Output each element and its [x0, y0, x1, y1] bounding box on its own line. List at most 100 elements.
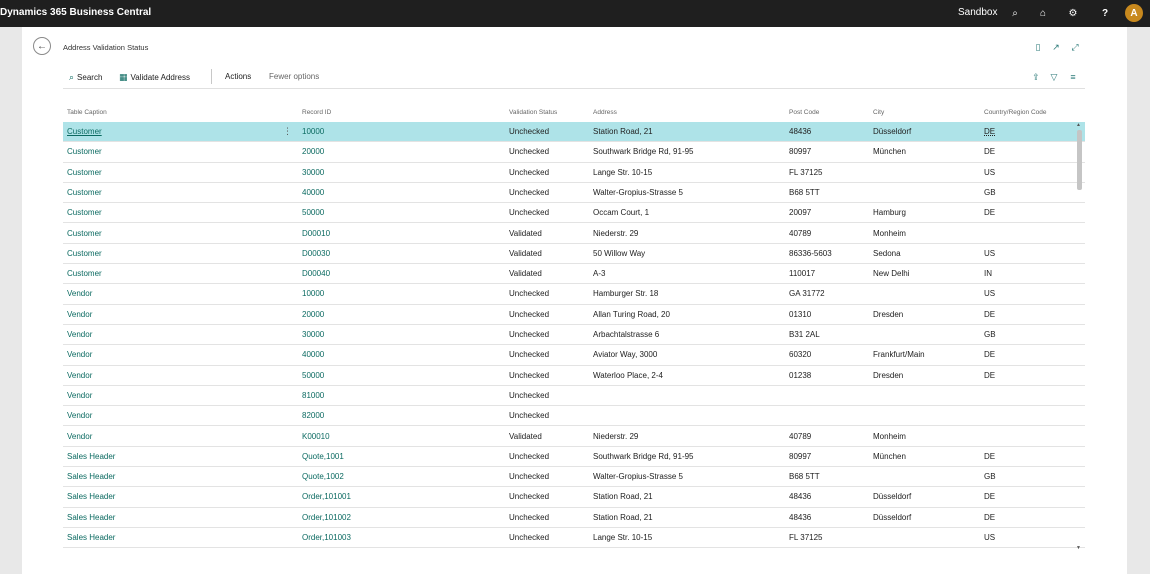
- column-header-table-caption[interactable]: Table Caption: [67, 109, 107, 116]
- help-icon[interactable]: ?: [1098, 6, 1112, 20]
- column-header-city[interactable]: City: [873, 109, 884, 116]
- table-row[interactable]: Sales Header Order,101003 Unchecked Lange S…: [63, 528, 1085, 549]
- open-new-window-icon[interactable]: ↗: [1050, 41, 1062, 53]
- table-row[interactable]: Customer 40000 Unchecked Walter-Gropius-Str…: [63, 183, 1085, 204]
- cell-validation-status: Unchecked: [509, 330, 550, 339]
- cell-table-caption[interactable]: Vendor: [67, 411, 92, 420]
- cell-table-caption[interactable]: Vendor: [67, 391, 92, 400]
- cell-record-id[interactable]: 20000: [302, 147, 324, 156]
- cell-table-caption[interactable]: Vendor: [67, 310, 92, 319]
- table-row[interactable]: Vendor 81000 Unchecked: [63, 386, 1085, 407]
- cell-record-id[interactable]: 82000: [302, 411, 324, 420]
- cell-record-id[interactable]: 10000: [302, 289, 324, 298]
- cell-record-id[interactable]: Order,101001: [302, 492, 351, 501]
- cell-table-caption[interactable]: Customer: [67, 188, 102, 197]
- scroll-down-icon[interactable]: ▼: [1076, 545, 1081, 551]
- cell-address: Station Road, 21: [593, 512, 653, 522]
- cell-table-caption[interactable]: Vendor: [67, 289, 92, 298]
- actions-menu-button[interactable]: Actions: [225, 72, 251, 81]
- cell-table-caption[interactable]: Sales Header: [67, 472, 115, 481]
- table-row[interactable]: Vendor 20000 Unchecked Allan Turing Road, 2…: [63, 305, 1085, 325]
- cell-record-id[interactable]: D00030: [302, 249, 330, 258]
- column-header-post-code[interactable]: Post Code: [789, 109, 819, 116]
- row-menu-icon[interactable]: ⋮: [283, 126, 292, 137]
- list-view-icon[interactable]: ≡: [1067, 71, 1079, 83]
- cell-record-id[interactable]: Order,101002: [302, 513, 351, 522]
- filter-icon[interactable]: ▽: [1048, 71, 1060, 83]
- table-row[interactable]: Vendor 10000 Unchecked Hamburger Str. 18 GA …: [63, 284, 1085, 305]
- bookmark-icon[interactable]: ▯: [1032, 41, 1044, 53]
- cell-record-id[interactable]: D00010: [302, 229, 330, 238]
- cell-table-caption[interactable]: Sales Header: [67, 533, 115, 542]
- cell-address: Niederstr. 29: [593, 228, 639, 238]
- cell-address: Allan Turing Road, 20: [593, 309, 670, 319]
- cell-table-caption[interactable]: Sales Header: [67, 513, 115, 522]
- table-row[interactable]: Customer D00010 Validated Niederstr. 29 4078…: [63, 224, 1085, 244]
- cell-validation-status: Validated: [509, 248, 542, 258]
- table-row[interactable]: Sales Header Quote,1002 Unchecked Walter-Gr…: [63, 467, 1085, 488]
- bell-icon[interactable]: ⌂: [1036, 6, 1050, 20]
- table-row[interactable]: Customer 50000 Unchecked Occam Court, 1 2009…: [63, 203, 1085, 224]
- cell-record-id[interactable]: 40000: [302, 188, 324, 197]
- search-button[interactable]: ⌕ Search: [69, 72, 102, 83]
- gear-icon[interactable]: ⚙: [1066, 6, 1080, 20]
- cell-table-caption[interactable]: Customer: [67, 229, 102, 238]
- vertical-scrollbar[interactable]: ▲ ▼: [1075, 122, 1084, 554]
- table-row[interactable]: Vendor K00010 Validated Niederstr. 29 40789 M…: [63, 427, 1085, 447]
- cell-table-caption[interactable]: Vendor: [67, 371, 92, 380]
- cell-table-caption[interactable]: Vendor: [67, 432, 92, 441]
- cell-table-caption[interactable]: Sales Header: [67, 452, 115, 461]
- cell-table-caption[interactable]: Customer: [67, 249, 102, 258]
- table-row[interactable]: Vendor 40000 Unchecked Aviator Way, 3000 603…: [63, 345, 1085, 366]
- column-header-country[interactable]: Country/Region Code: [984, 109, 1047, 116]
- cell-record-id[interactable]: 30000: [302, 168, 324, 177]
- cell-record-id[interactable]: 50000: [302, 371, 324, 380]
- scroll-up-icon[interactable]: ▲: [1076, 122, 1081, 128]
- cell-table-caption[interactable]: Customer: [67, 168, 102, 177]
- cell-record-id[interactable]: Quote,1002: [302, 472, 344, 481]
- collapse-icon[interactable]: ⤢: [1069, 41, 1081, 53]
- table-row[interactable]: Sales Header Order,101001 Unchecked Station…: [63, 487, 1085, 508]
- avatar[interactable]: A: [1125, 4, 1143, 22]
- back-arrow-icon[interactable]: ←: [33, 37, 51, 55]
- fewer-options-button[interactable]: Fewer options: [269, 72, 319, 81]
- cell-record-id[interactable]: K00010: [302, 432, 330, 441]
- cell-table-caption[interactable]: Customer: [67, 127, 102, 136]
- cell-city: Dresden: [873, 309, 904, 319]
- validate-address-button[interactable]: ▦ Validate Address: [119, 72, 190, 83]
- cell-table-caption[interactable]: Customer: [67, 147, 102, 156]
- cell-record-id[interactable]: D00040: [302, 269, 330, 278]
- cell-record-id[interactable]: 81000: [302, 391, 324, 400]
- share-icon[interactable]: ⇪: [1030, 71, 1042, 83]
- table-row[interactable]: Vendor 50000 Unchecked Waterloo Place, 2-4 0…: [63, 366, 1085, 386]
- cell-record-id[interactable]: 30000: [302, 330, 324, 339]
- table-row[interactable]: Customer 20000 Unchecked Southwark Bridge R…: [63, 142, 1085, 163]
- cell-record-id[interactable]: 10000: [302, 127, 324, 136]
- cell-record-id[interactable]: Quote,1001: [302, 452, 344, 461]
- table-row[interactable]: Customer D00040 Validated A-3 110017 New Delh…: [63, 264, 1085, 285]
- cell-table-caption[interactable]: Sales Header: [67, 492, 115, 501]
- table-row[interactable]: Customer 10000 Unchecked Station Road, 21 48…: [63, 122, 1085, 143]
- search-icon[interactable]: ⌕: [1008, 6, 1022, 20]
- cell-table-caption[interactable]: Vendor: [67, 330, 92, 339]
- table-row[interactable]: Vendor 30000 Unchecked Arbachtalstrasse 6 B3…: [63, 325, 1085, 346]
- scroll-thumb[interactable]: [1077, 130, 1082, 190]
- table-row[interactable]: Customer 30000 Unchecked Lange Str. 10-15 FL…: [63, 163, 1085, 183]
- cell-validation-status: Validated: [509, 431, 542, 441]
- cell-table-caption[interactable]: Vendor: [67, 350, 92, 359]
- table-row[interactable]: Sales Header Quote,1001 Unchecked Southwark…: [63, 447, 1085, 468]
- column-header-record-id[interactable]: Record ID: [302, 109, 331, 116]
- cell-record-id[interactable]: Order,101003: [302, 533, 351, 542]
- cell-table-caption[interactable]: Customer: [67, 208, 102, 217]
- cell-record-id[interactable]: 50000: [302, 208, 324, 217]
- app-title[interactable]: Dynamics 365 Business Central: [0, 7, 151, 18]
- cell-record-id[interactable]: 40000: [302, 350, 324, 359]
- cell-table-caption[interactable]: Customer: [67, 269, 102, 278]
- column-header-validation-status[interactable]: Validation Status: [509, 109, 557, 116]
- table-row[interactable]: Vendor 82000 Unchecked: [63, 406, 1085, 427]
- column-header-address[interactable]: Address: [593, 109, 617, 116]
- environment-label[interactable]: Sandbox: [958, 7, 997, 18]
- cell-record-id[interactable]: 20000: [302, 310, 324, 319]
- table-row[interactable]: Customer D00030 Validated 50 Willow Way 8633…: [63, 244, 1085, 265]
- table-row[interactable]: Sales Header Order,101002 Unchecked Station…: [63, 508, 1085, 528]
